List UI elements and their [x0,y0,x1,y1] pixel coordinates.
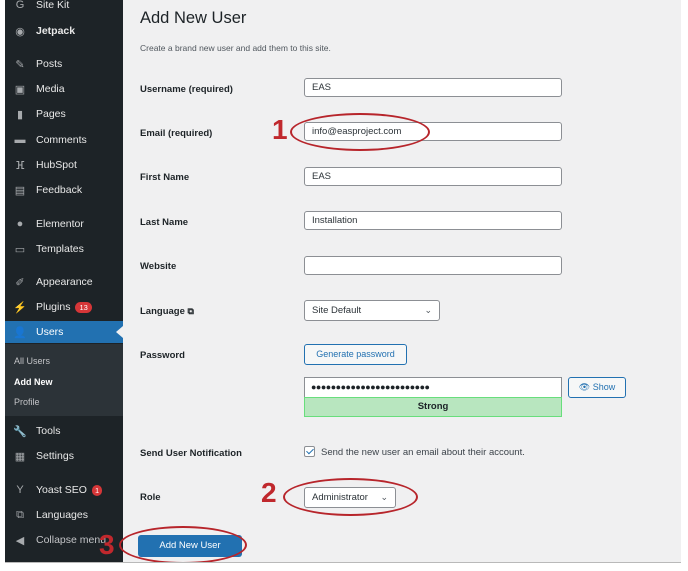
google-g-icon: G [15,0,25,11]
last-name-input[interactable]: Installation [304,211,562,230]
media-icon: ▣ [14,83,26,96]
annotation-oval-submit [119,526,247,562]
plugins-update-badge: 13 [75,301,92,313]
annotation-oval-role [283,478,418,516]
website-label: Website [140,261,177,272]
send-notification-label: Send User Notification [140,448,242,459]
settings-icon: ▦ [14,450,26,463]
annotation-number-1: 1 [272,114,288,145]
sidebar-item-plugins[interactable]: ⚡ Plugins 13 [5,296,123,318]
submenu-all-users[interactable]: All Users [14,356,50,366]
role-label: Role [140,492,161,503]
annotation-number-2: 2 [261,477,277,508]
sidebar-item-elementor[interactable]: ● Elementor [5,213,123,235]
first-name-input[interactable]: EAS [304,167,562,186]
last-name-label: Last Name [140,217,189,228]
feedback-icon: ▤ [14,184,26,197]
folder-icon: ▭ [14,243,26,256]
sidebar-item-tools[interactable]: 🔧 Tools [5,420,123,442]
collapse-icon: ◀ [15,534,25,547]
language-label: Language ⧉ [140,306,194,317]
website-input[interactable] [304,256,562,275]
eye-icon: 👁 [578,382,591,392]
annotation-oval-email [290,113,430,151]
first-name-label: First Name [140,172,190,183]
wp-admin-window: G Site Kit ◉ Jetpack ✎ Posts ▣ Media ▮ Pages … [5,0,681,563]
page-description: Create a brand new user and add them to … [140,43,331,53]
page-title: Add New User [140,9,247,27]
sidebar-item-hubspot[interactable]: ⴼ HubSpot [5,154,123,176]
plugin-icon: ⚡ [13,301,27,314]
wrench-icon: 🔧 [13,425,27,438]
admin-sidebar: G Site Kit ◉ Jetpack ✎ Posts ▣ Media ▮ Pages … [5,0,123,562]
sidebar-item-users[interactable]: 👤 Users [5,321,123,343]
sidebar-item-templates[interactable]: ▭ Templates [5,238,123,260]
password-strength-indicator: Strong [304,397,562,417]
sidebar-item-posts[interactable]: ✎ Posts [5,53,123,75]
send-notification-checkbox[interactable] [304,446,315,457]
translate-icon: ⧉ [187,306,194,316]
translate-icon: ⧉ [16,508,24,521]
pin-icon: ✎ [15,58,25,71]
user-icon: 👤 [13,326,27,339]
sidebar-item-site-kit[interactable]: G Site Kit [5,0,123,16]
current-menu-indicator [116,326,123,338]
users-submenu: All Users Add New Profile [5,344,123,416]
language-select[interactable]: Site Default ⌄ [304,300,440,321]
generate-password-button[interactable]: Generate password [304,344,407,365]
hubspot-icon: ⴼ [15,159,25,172]
submenu-profile[interactable]: Profile [14,397,40,407]
annotation-number-3: 3 [99,529,115,560]
yoast-icon: Y [16,484,24,496]
username-input[interactable]: EAS [304,78,562,97]
sidebar-item-settings[interactable]: ▦ Settings [5,445,123,467]
sidebar-item-pages[interactable]: ▮ Pages [5,103,123,125]
sidebar-item-appearance[interactable]: ✐ Appearance [5,271,123,293]
elementor-icon: ● [16,218,24,230]
send-notification-text: Send the new user an email about their a… [321,447,525,458]
yoast-notification-badge: 1 [91,484,103,496]
sidebar-item-feedback[interactable]: ▤ Feedback [5,179,123,201]
brush-icon: ✐ [15,276,25,289]
sidebar-item-media[interactable]: ▣ Media [5,78,123,100]
sidebar-item-yoast-seo[interactable]: Y Yoast SEO 1 [5,479,123,501]
jetpack-icon: ◉ [15,25,25,38]
password-label: Password [140,350,185,361]
password-input[interactable]: ●●●●●●●●●●●●●●●●●●●●●●●● [304,377,562,397]
show-password-button[interactable]: 👁 Show [568,377,626,398]
sidebar-item-jetpack[interactable]: ◉ Jetpack [5,20,123,42]
email-label: Email (required) [140,128,213,139]
pages-icon: ▮ [16,108,24,121]
submenu-add-new[interactable]: Add New [14,377,53,387]
main-content: Add New User Create a brand new user and… [99,0,681,562]
username-label: Username (required) [140,84,233,95]
chevron-down-icon: ⌄ [424,305,432,315]
comment-icon: ▬ [14,134,26,146]
sidebar-item-comments[interactable]: ▬ Comments [5,129,123,151]
sidebar-item-languages[interactable]: ⧉ Languages [5,504,123,526]
